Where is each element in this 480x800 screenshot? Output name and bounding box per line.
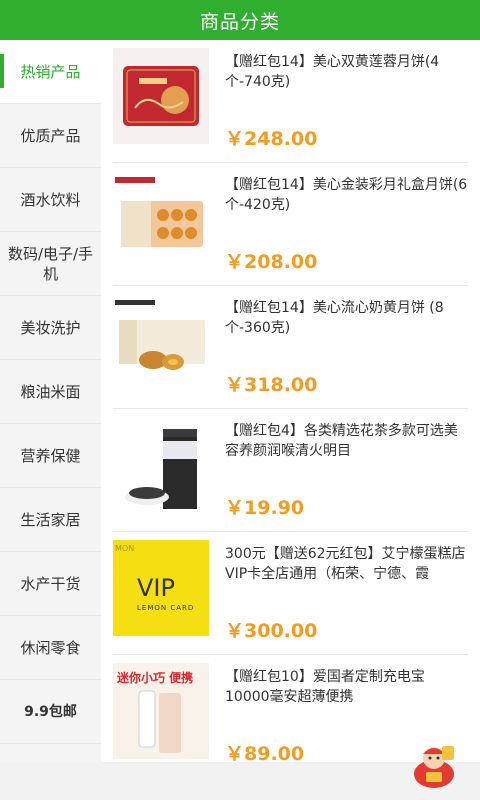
product-title: 【赠红包14】美心金装彩月礼盒月饼(6个-420克) xyxy=(225,177,468,213)
sidebar-item-digital[interactable]: 数码/电子/手机 xyxy=(0,232,101,296)
sidebar-item-label: 粮油米面 xyxy=(20,382,81,401)
card-top-text: MON xyxy=(115,544,135,553)
sidebar-item-quality[interactable]: 优质产品 xyxy=(0,104,101,168)
product-title: 【赠红包4】各类精选花茶多款可选美容养颜润喉清火明目 xyxy=(225,423,458,459)
sidebar-item-free-shipping[interactable]: 9.9包邮 xyxy=(0,680,101,744)
product-price: ￥19.90 xyxy=(225,497,305,519)
sidebar-item-health[interactable]: 营养保健 xyxy=(0,424,101,488)
product-price: ￥318.00 xyxy=(225,374,318,396)
sidebar-item-label: 休闲零食 xyxy=(20,638,81,657)
product-price: ￥89.00 xyxy=(225,743,305,762)
product-thumbnail-vip-card: MON VIP LEMON CARD xyxy=(113,540,209,636)
card-sub-text: LEMON CARD xyxy=(137,604,195,612)
sidebar-item-drinks[interactable]: 酒水饮料 xyxy=(0,168,101,232)
sidebar-item-home[interactable]: 生活家居 xyxy=(0,488,101,552)
sidebar-item-label: 9.9包邮 xyxy=(24,703,77,720)
sidebar-item-hot[interactable]: 热销产品 xyxy=(0,40,101,104)
product-thumbnail-power-bank: 迷你小巧 便携 xyxy=(113,663,209,759)
sidebar-item-label: 优质产品 xyxy=(20,126,81,145)
product-item[interactable]: 【赠红包14】美心双黄莲蓉月饼(4个-740克) ￥248.00 xyxy=(113,40,468,163)
red-envelope-mascot-icon[interactable] xyxy=(404,742,462,792)
product-title: 【赠红包14】美心流心奶黄月饼 (8个-360克) xyxy=(225,300,444,336)
app-header: 商品分类 xyxy=(0,0,480,40)
sidebar-item-label: 酒水饮料 xyxy=(20,190,81,209)
product-thumbnail-mooncake-tin xyxy=(113,48,209,144)
sidebar-item-label: 营养保健 xyxy=(20,446,81,465)
card-vip-text: VIP xyxy=(137,574,175,602)
product-price: ￥248.00 xyxy=(225,128,318,150)
product-title: 【赠红包10】爱国者定制充电宝10000毫安超薄便携 xyxy=(225,669,425,705)
product-item[interactable]: 【赠红包14】美心流心奶黄月饼 (8个-360克) ￥318.00 xyxy=(113,286,468,409)
product-price: ￥300.00 xyxy=(225,620,318,642)
product-thumbnail-flower-tea xyxy=(113,417,209,513)
sidebar-item-beauty[interactable]: 美妆洗护 xyxy=(0,296,101,360)
product-thumbnail-custard-mooncake xyxy=(113,294,209,390)
product-price: ￥208.00 xyxy=(225,251,318,273)
page-title: 商品分类 xyxy=(199,10,280,33)
category-sidebar: 热销产品 优质产品 酒水饮料 数码/电子/手机 美妆洗护 粮油米面 营养保健 生… xyxy=(0,40,101,762)
sidebar-item-label: 生活家居 xyxy=(20,510,81,529)
product-list: 【赠红包14】美心双黄莲蓉月饼(4个-740克) ￥248.00 【赠红包14】… xyxy=(101,40,480,762)
sidebar-item-label: 热销产品 xyxy=(20,62,81,81)
product-title: 300元【赠送62元红包】艾宁檬蛋糕店VIP卡全店通用（柘荣、宁德、霞浦、… xyxy=(225,546,466,582)
sidebar-item-label: 数码/电子/手机 xyxy=(7,244,94,283)
sidebar-item-seafood[interactable]: 水产干货 xyxy=(0,552,101,616)
product-item[interactable]: 【赠红包4】各类精选花茶多款可选美容养颜润喉清火明目 ￥19.90 xyxy=(113,409,468,532)
sidebar-item-snacks[interactable]: 休闲零食 xyxy=(0,616,101,680)
product-thumbnail-mooncake-gift-box xyxy=(113,171,209,267)
sidebar-item-label: 水产干货 xyxy=(20,574,81,593)
product-item[interactable]: MON VIP LEMON CARD 300元【赠送62元红包】艾宁檬蛋糕店VI… xyxy=(113,532,468,655)
product-title: 【赠红包14】美心双黄莲蓉月饼(4个-740克) xyxy=(225,54,440,90)
sidebar-item-label: 美妆洗护 xyxy=(20,318,81,337)
sidebar-item-grain[interactable]: 粮油米面 xyxy=(0,360,101,424)
product-item[interactable]: 【赠红包14】美心金装彩月礼盒月饼(6个-420克) ￥208.00 xyxy=(113,163,468,286)
